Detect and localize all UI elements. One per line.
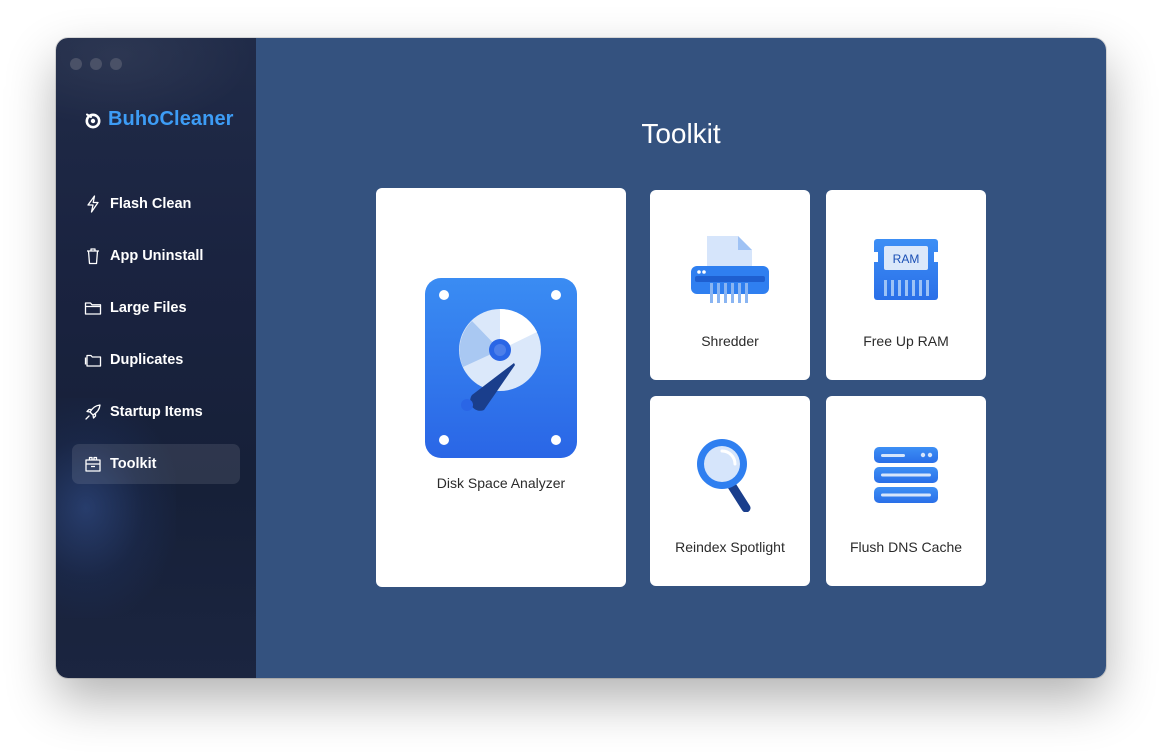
sidebar-item-label: Large Files [110,300,187,316]
server-icon [874,447,938,503]
tool-label: Reindex Spotlight [675,539,785,555]
tool-label: Free Up RAM [863,333,949,349]
lightning-icon [84,195,102,213]
tool-card-reindex-spotlight[interactable]: Reindex Spotlight [650,396,810,586]
ram-chip-label: RAM [893,252,920,266]
sidebar-item-label: Flash Clean [110,196,192,212]
minimize-window-button[interactable] [90,58,102,70]
shredder-icon [691,236,769,303]
tool-label: Flush DNS Cache [849,539,963,555]
tool-label: Disk Space Analyzer [436,475,566,491]
page-title: Toolkit [641,118,721,149]
sidebar-item-startup-items[interactable]: Startup Items [72,392,240,432]
sidebar-item-label: Startup Items [110,404,203,420]
folder-icon [84,299,102,317]
app-window: BuhoCleaner Flash Clean App Uninstall La… [56,38,1106,678]
close-window-button[interactable] [70,58,82,70]
tool-card-disk-space-analyzer[interactable]: Disk Space Analyzer [376,188,626,587]
magnifier-icon [697,439,751,512]
tool-card-free-up-ram[interactable]: RAM Free Up RAM [826,190,986,380]
sidebar-item-large-files[interactable]: Large Files [72,288,240,328]
duplicate-folder-icon [84,351,102,369]
owl-logo-icon [85,113,101,128]
tool-card-shredder[interactable]: Shredder [650,190,810,380]
trash-icon [84,247,102,265]
ram-chip-icon: RAM [873,239,939,300]
sidebar: BuhoCleaner Flash Clean App Uninstall La… [56,38,256,678]
hard-disk-icon [425,278,577,458]
tool-label: Shredder [701,333,759,349]
window-controls [70,58,122,70]
sidebar-item-flash-clean[interactable]: Flash Clean [72,184,240,224]
sidebar-item-toolkit[interactable]: Toolkit [72,444,240,484]
main-content: Toolkit Disk Space Analyzer Shredder RAM… [256,38,1106,678]
sidebar-item-label: App Uninstall [110,248,204,264]
zoom-window-button[interactable] [110,58,122,70]
tool-card-flush-dns-cache[interactable]: Flush DNS Cache [826,396,986,586]
sidebar-nav: Flash Clean App Uninstall Large Files Du… [72,184,240,496]
sidebar-item-duplicates[interactable]: Duplicates [72,340,240,380]
toolbox-icon [84,455,102,473]
brand-logo: BuhoCleaner [84,108,234,131]
rocket-icon [84,403,102,421]
sidebar-item-app-uninstall[interactable]: App Uninstall [72,236,240,276]
sidebar-item-label: Duplicates [110,352,184,368]
sidebar-item-label: Toolkit [110,456,157,472]
brand-name: BuhoCleaner [108,108,234,130]
